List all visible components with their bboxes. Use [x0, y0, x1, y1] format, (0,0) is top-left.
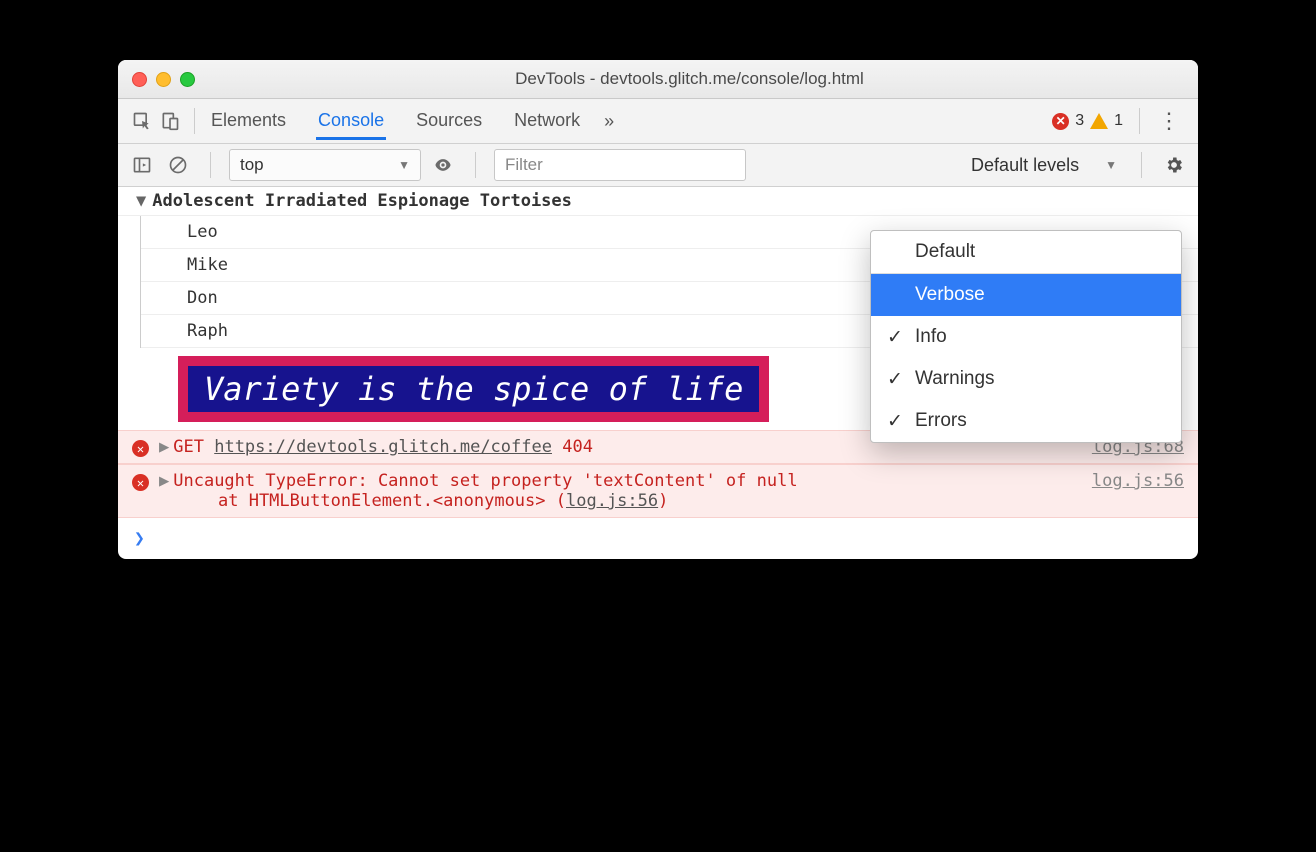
stack-source-link[interactable]: log.js:56: [566, 491, 658, 511]
group-title: Adolescent Irradiated Espionage Tortoise…: [152, 191, 572, 211]
levels-label: Default levels: [971, 155, 1079, 176]
settings-icon[interactable]: [1160, 151, 1188, 179]
warning-count: 1: [1114, 112, 1123, 130]
devtools-window: DevTools - devtools.glitch.me/console/lo…: [118, 60, 1198, 559]
filter-placeholder: Filter: [505, 155, 543, 175]
tab-network[interactable]: Network: [512, 102, 582, 140]
context-selector[interactable]: top ▼: [229, 149, 421, 181]
status-badges[interactable]: ✕ 3 1: [1052, 112, 1123, 130]
tab-console[interactable]: Console: [316, 102, 386, 140]
chevron-down-icon: ▼: [398, 158, 410, 172]
log-levels-selector[interactable]: Default levels ▼: [965, 155, 1123, 176]
console-error-row[interactable]: ✕ ▶ Uncaught TypeError: Cannot set prope…: [118, 464, 1198, 518]
devtools-tabstrip: Elements Console Sources Network » ✕ 3 1…: [118, 99, 1198, 144]
separator: [1141, 152, 1142, 178]
source-link[interactable]: log.js:56: [1092, 471, 1184, 491]
panel-tabs: Elements Console Sources Network: [209, 102, 582, 140]
zoom-window-button[interactable]: [180, 72, 195, 87]
clear-console-icon[interactable]: [164, 151, 192, 179]
filter-input[interactable]: Filter: [494, 149, 746, 181]
error-text: Uncaught TypeError: Cannot set property …: [173, 471, 797, 491]
error-icon: ✕: [1052, 113, 1069, 130]
separator: [1139, 108, 1140, 134]
tab-sources[interactable]: Sources: [414, 102, 484, 140]
error-message: Uncaught TypeError: Cannot set property …: [173, 471, 1092, 491]
show-sidebar-icon[interactable]: [128, 151, 156, 179]
level-option-info[interactable]: Info: [871, 316, 1181, 358]
level-option-verbose[interactable]: Verbose: [871, 274, 1181, 316]
error-url[interactable]: https://devtools.glitch.me/coffee: [214, 437, 552, 457]
warning-icon: [1090, 113, 1108, 129]
log-levels-popup: Default Verbose Info Warnings Errors: [870, 230, 1182, 443]
separator: [475, 152, 476, 178]
context-value: top: [240, 155, 264, 175]
more-tabs-button[interactable]: »: [604, 111, 614, 132]
console-group-header[interactable]: ▼ Adolescent Irradiated Espionage Tortoi…: [118, 187, 1198, 216]
chevron-down-icon: ▼: [1105, 158, 1117, 172]
separator: [210, 152, 211, 178]
window-titlebar: DevTools - devtools.glitch.me/console/lo…: [118, 60, 1198, 99]
separator: [194, 108, 195, 134]
menu-button[interactable]: ⋮: [1150, 108, 1188, 134]
level-option-default[interactable]: Default: [871, 231, 1181, 273]
triangle-right-icon: ▶: [159, 471, 169, 491]
triangle-down-icon: ▼: [136, 191, 146, 211]
error-icon: ✕: [132, 440, 149, 457]
error-count: 3: [1075, 112, 1084, 130]
console-toolbar: top ▼ Filter Default levels ▼: [118, 144, 1198, 187]
inspect-element-icon[interactable]: [128, 107, 156, 135]
live-expression-icon[interactable]: [429, 151, 457, 179]
styled-log-message: Variety is the spice of life: [178, 356, 769, 422]
stack-frame: at HTMLButtonElement.<anonymous> (log.js…: [132, 491, 1184, 511]
triangle-right-icon: ▶: [159, 437, 169, 457]
error-icon: ✕: [132, 474, 149, 491]
http-status: 404: [562, 437, 593, 457]
traffic-lights: [132, 72, 195, 87]
minimize-window-button[interactable]: [156, 72, 171, 87]
console-prompt[interactable]: ❯: [118, 518, 1198, 559]
tab-elements[interactable]: Elements: [209, 102, 288, 140]
device-toolbar-icon[interactable]: [156, 107, 184, 135]
http-method: GET: [173, 437, 204, 457]
level-option-errors[interactable]: Errors: [871, 400, 1181, 442]
close-window-button[interactable]: [132, 72, 147, 87]
window-title: DevTools - devtools.glitch.me/console/lo…: [195, 69, 1184, 89]
level-option-warnings[interactable]: Warnings: [871, 358, 1181, 400]
